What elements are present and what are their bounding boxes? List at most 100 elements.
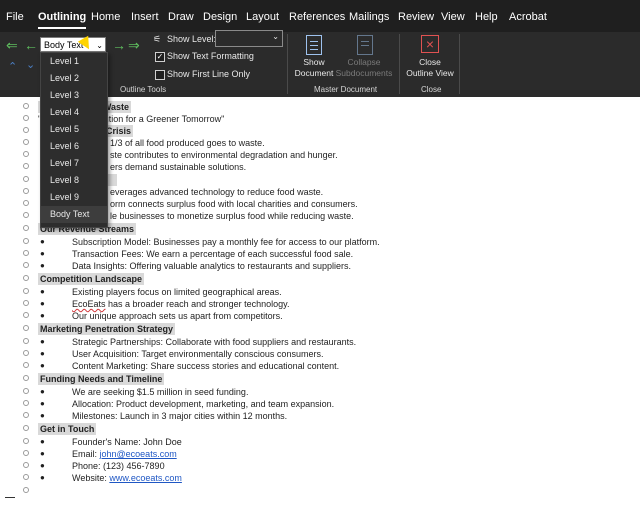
tab-review[interactable]: Review [398, 10, 434, 24]
website-label: Website: [72, 473, 110, 483]
outline-circle-icon [23, 462, 29, 468]
tab-insert[interactable]: Insert [131, 10, 159, 24]
show-level-label: Show Level: [167, 34, 217, 44]
marketing-item-3: Content Marketing: Share success stories… [72, 361, 340, 371]
dropdown-item-body-text[interactable]: Body Text [41, 206, 107, 223]
email-link[interactable]: john@ecoeats.com [100, 449, 177, 459]
bullet-icon: ● [40, 337, 45, 346]
outline-level-dropdown: Level 1 Level 2 Level 3 Level 4 Level 5 … [40, 52, 108, 228]
outline-row [0, 485, 640, 497]
dropdown-item-level-2[interactable]: Level 2 [41, 70, 107, 87]
bullet-icon: ● [40, 411, 45, 420]
bullet-icon: ● [40, 461, 45, 470]
group-divider [459, 34, 460, 94]
contact-phone: Phone: (123) 456-7890 [72, 461, 165, 471]
tab-mailings[interactable]: Mailings [349, 10, 389, 24]
show-first-line-only-label: Show First Line Only [167, 69, 251, 79]
outline-tools-group-label: Outline Tools [120, 85, 167, 94]
outline-row: ● Strategic Partnerships: Collaborate wi… [0, 336, 640, 348]
tab-home[interactable]: Home [91, 10, 120, 24]
revenue-item-2: Transaction Fees: We earn a percentage o… [72, 249, 354, 259]
outline-level-select[interactable]: Body Text ⌄ [40, 37, 106, 52]
outline-circle-icon [23, 238, 29, 244]
close-line2: Outline View [406, 68, 454, 78]
outline-circle-icon [23, 438, 29, 444]
competition-item-2-rest: has a broader reach and stronger technol… [105, 299, 290, 309]
outline-circle-icon [23, 188, 29, 194]
outline-circle-icon [23, 127, 29, 133]
dropdown-item-level-1[interactable]: Level 1 [41, 53, 107, 70]
outline-circle-icon [23, 325, 29, 331]
outline-row: ● Transaction Fees: We earn a percentage… [0, 248, 640, 260]
outline-row: ● Founder's Name: John Doe [0, 436, 640, 448]
tab-view[interactable]: View [441, 10, 465, 24]
outline-circle-icon [23, 362, 29, 368]
promote-icon[interactable]: ← [24, 38, 38, 52]
email-label: Email: [72, 449, 100, 459]
tab-draw[interactable]: Draw [168, 10, 194, 24]
subdocument-icon [357, 35, 373, 55]
website-link[interactable]: www.ecoeats.com [109, 473, 182, 483]
dropdown-item-level-3[interactable]: Level 3 [41, 87, 107, 104]
bullet-icon: ● [40, 437, 45, 446]
outline-circle-icon [23, 176, 29, 182]
show-level-icon: ⚟ [153, 34, 162, 44]
show-document-line2: Document [294, 68, 334, 78]
tab-outlining[interactable]: Outlining [38, 10, 87, 29]
bullet-icon: ● [40, 311, 45, 320]
outline-row: Marketing Penetration Strategy [0, 323, 640, 335]
outline-row: ● Email: john@ecoeats.com [0, 448, 640, 460]
outline-row: ● Website: www.ecoeats.com [0, 472, 640, 484]
outline-circle-icon [23, 139, 29, 145]
master-document-group-label: Master Document [314, 85, 378, 94]
competition-item-2: EcoEats has a broader reach and stronger… [72, 298, 289, 310]
dropdown-item-level-9[interactable]: Level 9 [41, 189, 107, 206]
show-text-formatting-checkbox[interactable]: ✓ [155, 52, 165, 62]
crisis-item-1: 1/3 of all food produced goes to waste. [110, 138, 265, 148]
solution-heading [107, 174, 117, 186]
revenue-item-3: Data Insights: Offering valuable analyti… [72, 261, 351, 271]
tab-design[interactable]: Design [203, 10, 237, 24]
outline-circle-icon [23, 262, 29, 268]
group-divider [287, 34, 288, 94]
dropdown-item-level-6[interactable]: Level 6 [41, 138, 107, 155]
outline-circle-icon [23, 388, 29, 394]
outline-circle-icon [23, 163, 29, 169]
contact-website: Website: www.ecoeats.com [72, 472, 182, 484]
move-up-icon[interactable]: ⌃ [8, 60, 17, 74]
revenue-item-1: Subscription Model: Businesses pay a mon… [72, 237, 380, 247]
tab-help[interactable]: Help [475, 10, 498, 24]
group-divider [399, 34, 400, 94]
outline-circle-icon [23, 212, 29, 218]
bullet-icon: ● [40, 473, 45, 482]
show-level-select[interactable]: ⌄ [215, 30, 283, 47]
crisis-item-3: ers demand sustainable solutions. [110, 162, 247, 172]
show-document-line1: Show [303, 57, 325, 67]
solution-item-3: le businesses to monetize surplus food w… [110, 211, 354, 221]
contact-heading: Get in Touch [38, 423, 97, 435]
dropdown-item-level-7[interactable]: Level 7 [41, 155, 107, 172]
show-first-line-only-checkbox[interactable] [155, 70, 165, 80]
promote-to-heading-icon[interactable]: ⇐ [6, 38, 18, 52]
tab-references[interactable]: References [289, 10, 345, 24]
dropdown-item-level-5[interactable]: Level 5 [41, 121, 107, 138]
bullet-icon: ● [40, 349, 45, 358]
outline-circle-icon [23, 115, 29, 121]
bullet-icon: ● [40, 299, 45, 308]
tab-layout[interactable]: Layout [246, 10, 279, 24]
dropdown-item-level-8[interactable]: Level 8 [41, 172, 107, 189]
outline-row: ● Existing players focus on limited geog… [0, 286, 640, 298]
dropdown-item-level-4[interactable]: Level 4 [41, 104, 107, 121]
tab-acrobat[interactable]: Acrobat [509, 10, 547, 24]
demote-to-body-icon[interactable]: ⇒ [128, 38, 140, 52]
collapse-line1: Collapse [347, 57, 381, 67]
marketing-item-2: User Acquisition: Target environmentally… [72, 349, 324, 359]
outline-circle-icon [23, 312, 29, 318]
outline-row: ● We are seeking $1.5 million in seed fu… [0, 386, 640, 398]
demote-icon[interactable]: → [112, 38, 126, 52]
tab-file[interactable]: File [6, 10, 24, 24]
move-down-icon[interactable]: ⌄ [26, 58, 35, 72]
outline-row: ● Data Insights: Offering valuable analy… [0, 260, 640, 272]
chevron-down-icon: ⌄ [272, 32, 279, 41]
solution-item-2: orm connects surplus food with local cha… [110, 199, 358, 209]
